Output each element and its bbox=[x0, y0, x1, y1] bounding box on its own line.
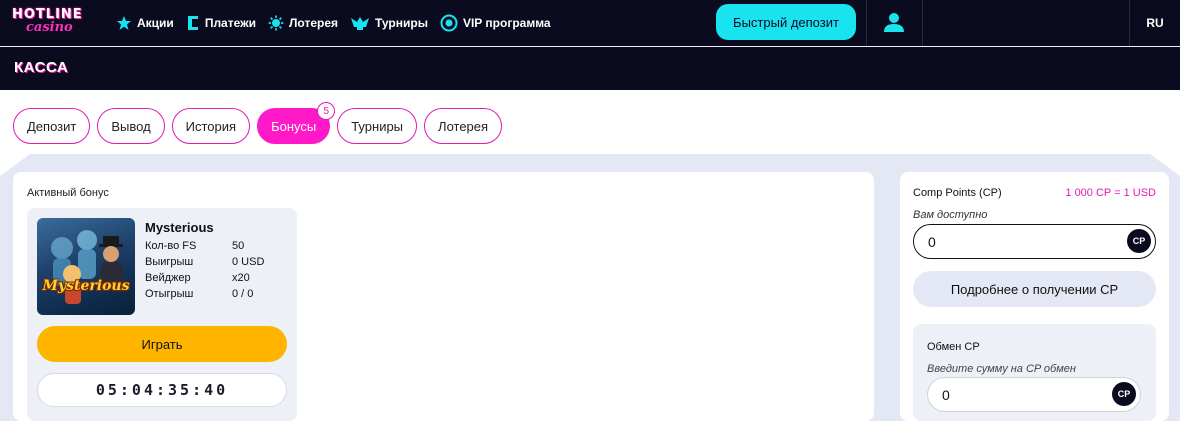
stat-row: Выигрыш 0 USD bbox=[145, 254, 264, 270]
stat-row: Вейджер x20 bbox=[145, 270, 264, 286]
available-cp-field[interactable]: 0 CP bbox=[913, 224, 1156, 259]
divider bbox=[866, 0, 867, 46]
cp-more-info-button[interactable]: Подробнее о получении CP bbox=[913, 271, 1156, 307]
active-bonus-panel: Активный бонус Mysterious Mysterious Кол… bbox=[13, 172, 874, 421]
cashier-tabs: Депозит Вывод История Бонусы 5 Турниры Л… bbox=[13, 102, 503, 144]
exchange-amount-input[interactable]: 0 CP bbox=[927, 377, 1141, 412]
stat-value: 0 USD bbox=[232, 256, 265, 268]
nav-label: Акции bbox=[137, 16, 174, 30]
nav-item-lottery[interactable]: Лотерея bbox=[268, 15, 338, 31]
star-icon bbox=[117, 16, 131, 30]
top-navbar: HOTLINE casino Акции Платежи Лотерея Тур… bbox=[0, 0, 1180, 46]
hotline-casino-logo[interactable]: HOTLINE casino bbox=[12, 8, 98, 38]
lottery-icon bbox=[268, 15, 284, 31]
tab-bonuses[interactable]: Бонусы 5 bbox=[257, 102, 336, 144]
play-button[interactable]: Играть bbox=[37, 326, 287, 362]
cp-exchange-box: Обмен CP Введите сумму на CP обмен 0 CP bbox=[913, 324, 1156, 421]
tab-deposit[interactable]: Депозит bbox=[13, 108, 91, 144]
bonus-count-badge: 5 bbox=[317, 102, 336, 120]
bonus-timer: 05:04:35:40 bbox=[37, 373, 287, 407]
quick-deposit-button[interactable]: Быстрый депозит bbox=[716, 4, 856, 40]
game-artwork bbox=[51, 230, 123, 304]
tab-lottery[interactable]: Лотерея bbox=[424, 108, 503, 144]
stat-key: Отыгрыш bbox=[145, 288, 194, 300]
nav-label: Платежи bbox=[204, 16, 257, 30]
stat-value: 50 bbox=[232, 240, 245, 252]
stat-value: x20 bbox=[232, 272, 250, 284]
language-selector[interactable]: RU bbox=[1130, 0, 1180, 46]
nav-label: VIP программа bbox=[462, 16, 551, 30]
stat-row: Отыгрыш 0 / 0 bbox=[145, 286, 264, 302]
available-label: Вам доступно bbox=[913, 209, 988, 221]
exchange-amount-value: 0 bbox=[942, 386, 950, 403]
comp-points-panel: Comp Points (CP) 1 000 CP = 1 USD Вам до… bbox=[900, 172, 1169, 421]
nav-item-tournaments[interactable]: Турниры bbox=[350, 15, 428, 31]
exchange-title: Обмен CP bbox=[927, 341, 980, 353]
stat-key: Выигрыш bbox=[145, 256, 194, 268]
tab-history[interactable]: История bbox=[171, 108, 251, 144]
nav-item-promotions[interactable]: Акции bbox=[116, 15, 174, 31]
stat-key: Кол-во FS bbox=[145, 240, 197, 252]
cp-coin-icon: CP bbox=[1112, 382, 1136, 406]
active-bonus-label: Активный бонус bbox=[27, 187, 109, 199]
nav-item-vip[interactable]: VIP программа bbox=[440, 14, 551, 32]
exchange-hint: Введите сумму на CP обмен bbox=[927, 363, 1076, 375]
nav-label: Лотерея bbox=[289, 16, 339, 30]
comp-points-title: Comp Points (CP) bbox=[913, 187, 1002, 199]
logo-line2: casino bbox=[26, 20, 73, 35]
nav-item-payments[interactable]: Платежи bbox=[186, 15, 256, 31]
page-header: КАССА bbox=[0, 47, 1180, 90]
stat-key: Вейджер bbox=[145, 272, 191, 284]
available-cp-value: 0 bbox=[928, 233, 936, 250]
divider bbox=[922, 0, 923, 46]
main-nav: Акции Платежи Лотерея Турниры VIP програ… bbox=[116, 0, 551, 46]
cp-coin-icon: CP bbox=[1127, 229, 1151, 253]
tab-label: Бонусы bbox=[271, 118, 317, 134]
game-title: Mysterious bbox=[145, 220, 214, 235]
tournament-icon bbox=[351, 17, 370, 30]
payments-icon bbox=[187, 16, 198, 30]
bonus-card: Mysterious Mysterious Кол-во FS 50 Выигр… bbox=[27, 208, 297, 421]
page-title: КАССА bbox=[14, 59, 69, 76]
tab-tournaments[interactable]: Турниры bbox=[337, 108, 418, 144]
game-thumbnail[interactable]: Mysterious bbox=[37, 218, 135, 315]
stat-value: 0 / 0 bbox=[232, 288, 254, 300]
vip-icon bbox=[440, 14, 458, 32]
tab-withdraw[interactable]: Вывод bbox=[97, 108, 165, 144]
user-icon[interactable] bbox=[882, 12, 906, 34]
stat-row: Кол-во FS 50 bbox=[145, 238, 264, 254]
nav-label: Турниры bbox=[375, 16, 428, 30]
bonus-stats: Кол-во FS 50 Выигрыш 0 USD Вейджер x20 О… bbox=[145, 238, 264, 302]
game-image-title: Mysterious bbox=[42, 278, 130, 294]
comp-points-rate: 1 000 CP = 1 USD bbox=[1065, 187, 1156, 199]
